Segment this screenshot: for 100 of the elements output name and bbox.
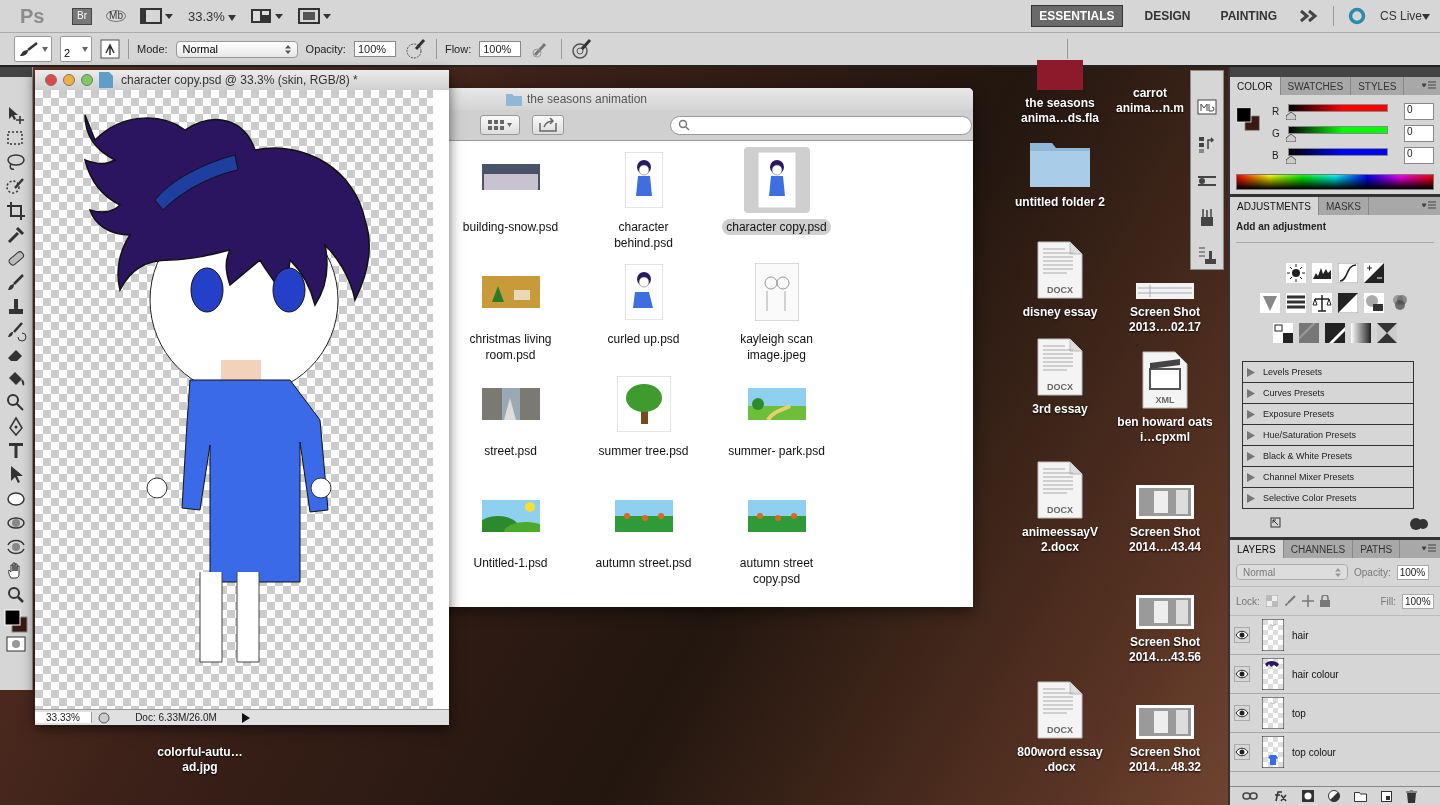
brush-preset-picker[interactable] bbox=[14, 36, 52, 62]
file-name[interactable]: summer- park.psd bbox=[724, 443, 829, 459]
panel-tab[interactable]: LAYERS bbox=[1230, 540, 1284, 558]
workspace-tab[interactable]: PAINTING bbox=[1212, 5, 1285, 27]
visibility-toggle[interactable] bbox=[1234, 744, 1250, 760]
mini-bridge-button[interactable]: Mb bbox=[106, 10, 126, 22]
brightness-icon[interactable] bbox=[1286, 263, 1306, 283]
screenshot-thumbnail-icon[interactable] bbox=[1136, 283, 1194, 299]
preset-list-item[interactable]: Exposure Presets bbox=[1243, 404, 1413, 425]
layer-row[interactable]: hair bbox=[1230, 616, 1440, 655]
screenshot-thumbnail-icon[interactable] bbox=[1136, 485, 1194, 519]
desktop-icon-label[interactable]: Screen Shot 2014….43.44 bbox=[1113, 525, 1217, 555]
document-file-icon[interactable]: DOCX bbox=[1037, 461, 1083, 519]
preset-list-item[interactable]: Channel Mixer Presets bbox=[1243, 467, 1413, 488]
view-options-button[interactable] bbox=[480, 115, 520, 135]
pressure-opacity-icon[interactable] bbox=[403, 37, 428, 61]
curves-icon[interactable] bbox=[1338, 263, 1358, 283]
file-name[interactable]: summer tree.psd bbox=[594, 443, 693, 459]
balance-scale-icon[interactable] bbox=[1312, 293, 1332, 313]
blend-mode-dropdown[interactable]: Normal bbox=[1236, 564, 1348, 580]
desktop-icon-label[interactable]: carrot anima…n.m bbox=[1111, 86, 1189, 116]
folder-icon[interactable] bbox=[1354, 790, 1367, 802]
brushes-icon[interactable] bbox=[1196, 173, 1218, 189]
document-file-icon[interactable]: DOCX bbox=[1037, 241, 1083, 299]
file-name[interactable]: christmas living room.psd bbox=[450, 331, 571, 363]
new-layer-icon[interactable] bbox=[1381, 790, 1392, 802]
bridge-button[interactable]: Br bbox=[72, 7, 92, 25]
layer-style-icon[interactable] bbox=[1272, 790, 1288, 802]
history-brush-icon[interactable] bbox=[5, 320, 27, 342]
color-spectrum-bar[interactable] bbox=[1236, 174, 1434, 190]
workspace-tab[interactable]: DESIGN bbox=[1136, 5, 1199, 27]
disclosure-triangle-icon[interactable] bbox=[1247, 409, 1255, 419]
workspace-tab[interactable]: ESSENTIALS bbox=[1031, 5, 1123, 27]
cs-live-icon[interactable] bbox=[1347, 7, 1366, 25]
exposure-icon[interactable] bbox=[1364, 263, 1384, 283]
file-name[interactable]: street.psd bbox=[480, 443, 541, 459]
clone-source-icon[interactable] bbox=[1197, 245, 1217, 265]
quick-mask-icon[interactable] bbox=[6, 636, 26, 652]
diagonal-split-icon[interactable] bbox=[1338, 293, 1358, 313]
opacity-field[interactable]: 100% bbox=[353, 41, 396, 57]
preset-list-item[interactable]: Curves Presets bbox=[1243, 383, 1413, 404]
file-name[interactable]: Untitled-1.psd bbox=[469, 555, 552, 571]
status-icon[interactable] bbox=[98, 711, 110, 724]
zoom-button[interactable] bbox=[81, 74, 93, 86]
panel-menu-icon[interactable] bbox=[1422, 544, 1436, 554]
desktop-icon-label[interactable]: Screen Shot 2014….48.32 bbox=[1113, 745, 1217, 775]
zoom-level-dropdown[interactable]: 33.3% bbox=[188, 8, 237, 24]
color-slider[interactable] bbox=[1286, 103, 1390, 120]
eyedropper-icon[interactable] bbox=[5, 224, 27, 246]
file-name[interactable]: autumn street copy.psd bbox=[716, 555, 837, 587]
document-file-icon[interactable]: DOCX bbox=[1037, 338, 1083, 396]
mini-bridge-icon[interactable] bbox=[1197, 97, 1217, 117]
color-slider[interactable] bbox=[1286, 147, 1390, 164]
layer-row[interactable]: top bbox=[1230, 694, 1440, 733]
channel-value-field[interactable]: 0 bbox=[1404, 125, 1434, 142]
desktop-icon-label[interactable]: colorful-autu…ad.jpg bbox=[148, 745, 252, 775]
invert-icon[interactable] bbox=[1273, 323, 1293, 343]
layer-fill-field[interactable]: 100% bbox=[1402, 593, 1434, 609]
add-mask-icon[interactable] bbox=[1302, 790, 1314, 802]
disclosure-triangle-icon[interactable] bbox=[1247, 451, 1255, 461]
visibility-toggle[interactable] bbox=[1234, 705, 1250, 721]
desktop-icon-label[interactable]: animeessayV 2.docx bbox=[1008, 525, 1112, 555]
layer-row[interactable]: hair colour bbox=[1230, 655, 1440, 694]
link-layers-icon[interactable] bbox=[1242, 792, 1258, 800]
desktop-icon-label[interactable]: Screen Shot 2013….02.17 bbox=[1113, 305, 1217, 335]
gradient-stripes-icon[interactable] bbox=[1286, 293, 1306, 313]
file-name[interactable]: curled up.psd bbox=[603, 331, 684, 347]
desktop-icon-label[interactable]: disney essay bbox=[1008, 305, 1112, 320]
disclosure-triangle-icon[interactable] bbox=[1247, 430, 1255, 440]
threshold-icon[interactable] bbox=[1325, 323, 1345, 343]
gradient-map-icon[interactable] bbox=[1351, 323, 1371, 343]
visibility-toggle[interactable] bbox=[1234, 627, 1250, 643]
file-name[interactable]: character copy.psd bbox=[722, 219, 831, 235]
preset-list-item[interactable]: Selective Color Presets bbox=[1243, 488, 1413, 508]
lock-position-icon[interactable] bbox=[1301, 595, 1314, 607]
brush-size-picker[interactable]: 2 bbox=[60, 36, 92, 62]
screenshot-thumbnail-icon[interactable] bbox=[1136, 595, 1194, 629]
flow-field[interactable]: 100% bbox=[479, 41, 522, 57]
screenshot-thumbnail-icon[interactable] bbox=[1136, 705, 1194, 739]
minimize-button[interactable] bbox=[63, 74, 75, 86]
panel-tab[interactable]: ADJUSTMENTS bbox=[1230, 197, 1319, 215]
desktop-icon-label[interactable]: ben howard oats i…cpxml bbox=[1113, 415, 1217, 445]
file-name[interactable]: character behind.psd bbox=[583, 219, 704, 251]
visibility-toggle[interactable] bbox=[1234, 666, 1250, 682]
trash-icon[interactable] bbox=[1406, 789, 1417, 803]
crop-icon[interactable] bbox=[5, 200, 27, 222]
disclosure-triangle-icon[interactable] bbox=[1247, 367, 1255, 377]
layer-row[interactable]: top colour bbox=[1230, 733, 1440, 772]
panel-tab[interactable]: COLOR bbox=[1230, 77, 1281, 95]
preset-list-item[interactable]: Hue/Saturation Presets bbox=[1243, 425, 1413, 446]
color-swatches-icon[interactable] bbox=[3, 608, 29, 634]
color-slider[interactable] bbox=[1286, 125, 1390, 142]
zoom-field[interactable]: 33.33% bbox=[35, 712, 92, 723]
search-field[interactable] bbox=[670, 115, 972, 135]
desktop-icon-label[interactable]: 3rd essay bbox=[1008, 402, 1112, 417]
brush-panel-icon[interactable] bbox=[100, 39, 120, 59]
overlapping-circles-icon[interactable] bbox=[1390, 293, 1410, 313]
channel-value-field[interactable]: 0 bbox=[1404, 103, 1434, 120]
mode-dropdown[interactable]: Normal bbox=[175, 40, 298, 58]
preset-list-item[interactable]: Black & White Presets bbox=[1243, 446, 1413, 467]
